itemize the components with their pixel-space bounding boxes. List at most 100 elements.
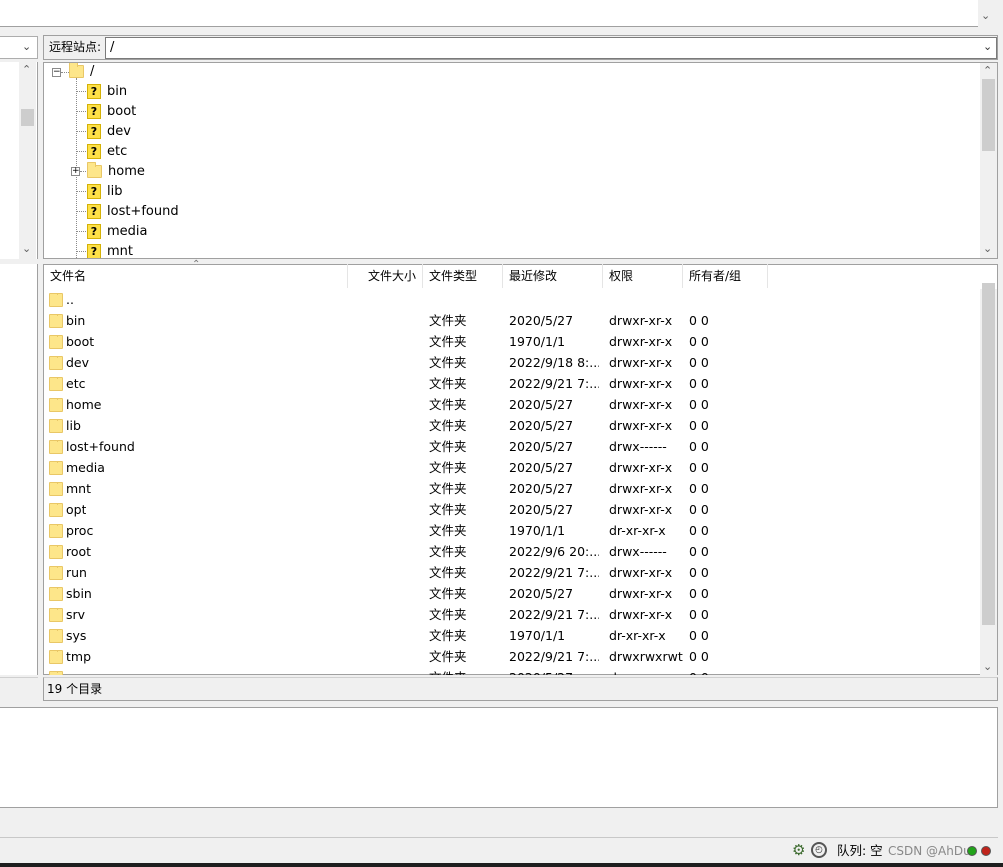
transfer-queue[interactable] xyxy=(0,707,998,808)
file-modified: 2022/9/6 20:... xyxy=(509,544,599,559)
table-row[interactable]: dev 文件夹 2022/9/18 8:... drwxr-xr-x 0 0 xyxy=(44,352,981,373)
file-name: tmp xyxy=(66,649,92,664)
tree-connector xyxy=(76,131,86,132)
file-perm: drwxr-xr-x xyxy=(609,418,673,433)
table-row[interactable]: root 文件夹 2022/9/6 20:... drwx------ 0 0 xyxy=(44,541,981,562)
file-type: 文件夹 xyxy=(429,355,467,370)
scroll-thumb[interactable] xyxy=(982,79,995,151)
scroll-down-arrow[interactable]: ⌄ xyxy=(983,243,992,254)
tree-item-media[interactable]: ? media xyxy=(87,222,148,242)
column-permissions[interactable]: 权限 xyxy=(603,264,683,288)
table-row[interactable]: run 文件夹 2022/9/21 7:... drwxr-xr-x 0 0 xyxy=(44,562,981,583)
table-row[interactable]: bin 文件夹 2020/5/27 drwxr-xr-x 0 0 xyxy=(44,310,981,331)
tree-item-home[interactable]: home xyxy=(87,162,145,182)
tree-root[interactable]: / xyxy=(69,63,94,82)
table-row[interactable]: sbin 文件夹 2020/5/27 drwxr-xr-x 0 0 xyxy=(44,583,981,604)
folder-icon xyxy=(49,650,63,664)
table-row[interactable]: tmp 文件夹 2022/9/21 7:... drwxrwxrwt 0 0 xyxy=(44,646,981,667)
table-row[interactable]: proc 文件夹 1970/1/1 dr-xr-xr-x 0 0 xyxy=(44,520,981,541)
tree-item-lost-found[interactable]: ? lost+found xyxy=(87,202,179,222)
scroll-down-arrow[interactable]: ⌄ xyxy=(22,243,31,254)
file-perm: drwxr-xr-x xyxy=(609,565,673,580)
scroll-down-arrow[interactable]: ⌄ xyxy=(981,10,990,21)
folder-icon xyxy=(49,503,63,517)
tree-item-mnt[interactable]: ? mnt xyxy=(87,242,133,259)
tree-item-etc[interactable]: ? etc xyxy=(87,142,127,162)
column-name[interactable]: 文件名 xyxy=(44,264,348,288)
watermark: CSDN @AhDu xyxy=(888,844,971,858)
table-row[interactable]: boot 文件夹 1970/1/1 drwxr-xr-x 0 0 xyxy=(44,331,981,352)
file-owner: 0 0 xyxy=(689,334,709,349)
tree-connector xyxy=(76,211,86,212)
expand-toggle-icon[interactable]: + xyxy=(71,167,80,176)
table-row[interactable]: home 文件夹 2020/5/27 drwxr-xr-x 0 0 xyxy=(44,394,981,415)
table-row[interactable]: mnt 文件夹 2020/5/27 drwxr-xr-x 0 0 xyxy=(44,478,981,499)
question-folder-icon: ? xyxy=(87,224,101,239)
tree-item-boot[interactable]: ? boot xyxy=(87,102,136,122)
column-size[interactable]: 文件大小 xyxy=(348,264,423,288)
file-name: home xyxy=(66,397,102,412)
file-perm: drwxr-xr-x xyxy=(609,376,673,391)
table-row[interactable]: media 文件夹 2020/5/27 drwxr-xr-x 0 0 xyxy=(44,457,981,478)
file-modified: 1970/1/1 xyxy=(509,523,566,538)
file-type: 文件夹 xyxy=(429,607,467,622)
local-tree-scrollbar[interactable]: ⌃ ⌄ xyxy=(19,62,36,259)
column-type[interactable]: 文件类型 xyxy=(423,264,503,288)
file-modified: 1970/1/1 xyxy=(509,334,566,349)
table-row[interactable]: .. xyxy=(44,289,981,310)
folder-icon xyxy=(49,335,63,349)
folder-icon xyxy=(49,524,63,538)
remote-path-dropdown-icon[interactable]: ⌄ xyxy=(983,40,992,53)
folder-icon xyxy=(69,63,84,78)
tree-item-label: media xyxy=(107,224,148,239)
scroll-down-arrow[interactable]: ⌄ xyxy=(983,661,992,672)
table-row[interactable]: lib 文件夹 2020/5/27 drwxr-xr-x 0 0 xyxy=(44,415,981,436)
table-row[interactable]: etc 文件夹 2022/9/21 7:... drwxr-xr-x 0 0 xyxy=(44,373,981,394)
file-list-scrollbar[interactable]: ⌄ xyxy=(980,283,997,675)
message-log-scrollbar[interactable]: ⌄ xyxy=(978,0,995,27)
file-perm: dr-xr-xr-x xyxy=(609,628,666,643)
gear-icon[interactable]: ⚙ xyxy=(792,842,805,858)
scroll-up-arrow[interactable]: ⌃ xyxy=(22,64,31,75)
file-modified: 2020/5/27 xyxy=(509,502,574,517)
file-owner: 0 0 xyxy=(689,523,709,538)
speed-limit-icon[interactable]: ◴ xyxy=(811,842,827,858)
remote-path-value: / xyxy=(110,40,115,55)
scroll-up-arrow[interactable]: ⌃ xyxy=(983,65,992,76)
table-row[interactable]: opt 文件夹 2020/5/27 drwxr-xr-x 0 0 xyxy=(44,499,981,520)
column-owner[interactable]: 所有者/组 xyxy=(683,264,768,288)
remote-path-input[interactable]: / xyxy=(105,37,997,59)
table-row[interactable]: lost+found 文件夹 2020/5/27 drwx------ 0 0 xyxy=(44,436,981,457)
table-row[interactable]: sys 文件夹 1970/1/1 dr-xr-xr-x 0 0 xyxy=(44,625,981,646)
message-log xyxy=(0,0,995,27)
tree-item-lib[interactable]: ? lib xyxy=(87,182,122,202)
folder-icon xyxy=(49,377,63,391)
folder-icon xyxy=(49,461,63,475)
local-site-combo[interactable] xyxy=(0,36,38,59)
file-modified: 2020/5/27 xyxy=(509,586,574,601)
remote-tree[interactable]: − / ? bin? boot? dev? etc + home? lib? lost+foun… xyxy=(43,62,998,259)
collapse-toggle-icon[interactable]: − xyxy=(52,68,61,77)
file-name: .. xyxy=(66,292,74,307)
file-type: 文件夹 xyxy=(429,460,467,475)
table-row[interactable]: 文件夹 2020/5/27 drwxr-xr-x0 0 xyxy=(44,667,981,675)
file-type: 文件夹 xyxy=(429,334,467,349)
scroll-thumb[interactable] xyxy=(21,109,34,126)
folder-icon xyxy=(49,629,63,643)
column-modified[interactable]: 最近修改 xyxy=(503,264,603,288)
question-folder-icon: ? xyxy=(87,184,101,199)
file-owner: 0 0 xyxy=(689,481,709,496)
file-name: dev xyxy=(66,355,90,370)
tree-item-dev[interactable]: ? dev xyxy=(87,122,131,142)
question-folder-icon: ? xyxy=(87,204,101,219)
scroll-thumb[interactable] xyxy=(982,283,995,625)
file-type: 文件夹 xyxy=(429,667,504,675)
file-name: run xyxy=(66,565,87,580)
table-row[interactable]: srv 文件夹 2022/9/21 7:... drwxr-xr-x 0 0 xyxy=(44,604,981,625)
file-type: 文件夹 xyxy=(429,439,467,454)
file-perm: drwxr-xr-x xyxy=(609,586,673,601)
tree-item-label: mnt xyxy=(107,244,133,259)
remote-tree-scrollbar[interactable]: ⌃ ⌄ xyxy=(980,63,997,258)
tree-item-bin[interactable]: ? bin xyxy=(87,82,127,102)
local-site-dropdown-icon[interactable]: ⌄ xyxy=(22,40,31,53)
